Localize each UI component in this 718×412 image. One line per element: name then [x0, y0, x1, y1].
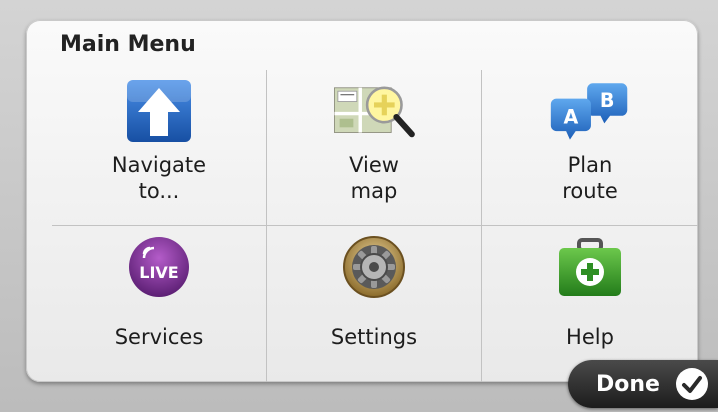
help-label: Help	[566, 325, 614, 349]
route-b-badge: B	[600, 89, 615, 112]
settings-label: Settings	[330, 325, 418, 349]
services-button[interactable]: LIVE Services	[52, 226, 267, 382]
gear-icon	[331, 232, 417, 302]
live-services-icon: LIVE	[116, 232, 202, 302]
view-map-button[interactable]: View map	[267, 70, 482, 226]
navigate-arrow-icon	[116, 76, 202, 146]
done-label: Done	[596, 371, 660, 397]
plan-route-label: Plan route	[562, 153, 618, 203]
checkmark-icon	[675, 368, 708, 400]
map-magnifier-icon	[331, 76, 417, 146]
services-label: Services	[114, 325, 204, 349]
route-a-badge: A	[563, 105, 578, 128]
done-button[interactable]: Done	[568, 360, 718, 408]
live-badge: LIVE	[139, 263, 178, 282]
plan-route-button[interactable]: B A Plan route	[482, 70, 698, 226]
main-menu-panel: Main Menu Navigate to... View map B A Pl…	[26, 20, 698, 382]
menu-grid: Navigate to... View map B A Plan route L…	[52, 70, 698, 382]
navigate-to-button[interactable]: Navigate to...	[52, 70, 267, 226]
page-title: Main Menu	[60, 32, 196, 57]
help-button[interactable]: Help	[482, 226, 698, 382]
view-map-label: View map	[349, 153, 399, 203]
route-ab-icon: B A	[547, 76, 633, 146]
settings-button[interactable]: Settings	[267, 226, 482, 382]
navigate-to-label: Navigate to...	[111, 153, 207, 203]
first-aid-kit-icon	[547, 232, 633, 302]
